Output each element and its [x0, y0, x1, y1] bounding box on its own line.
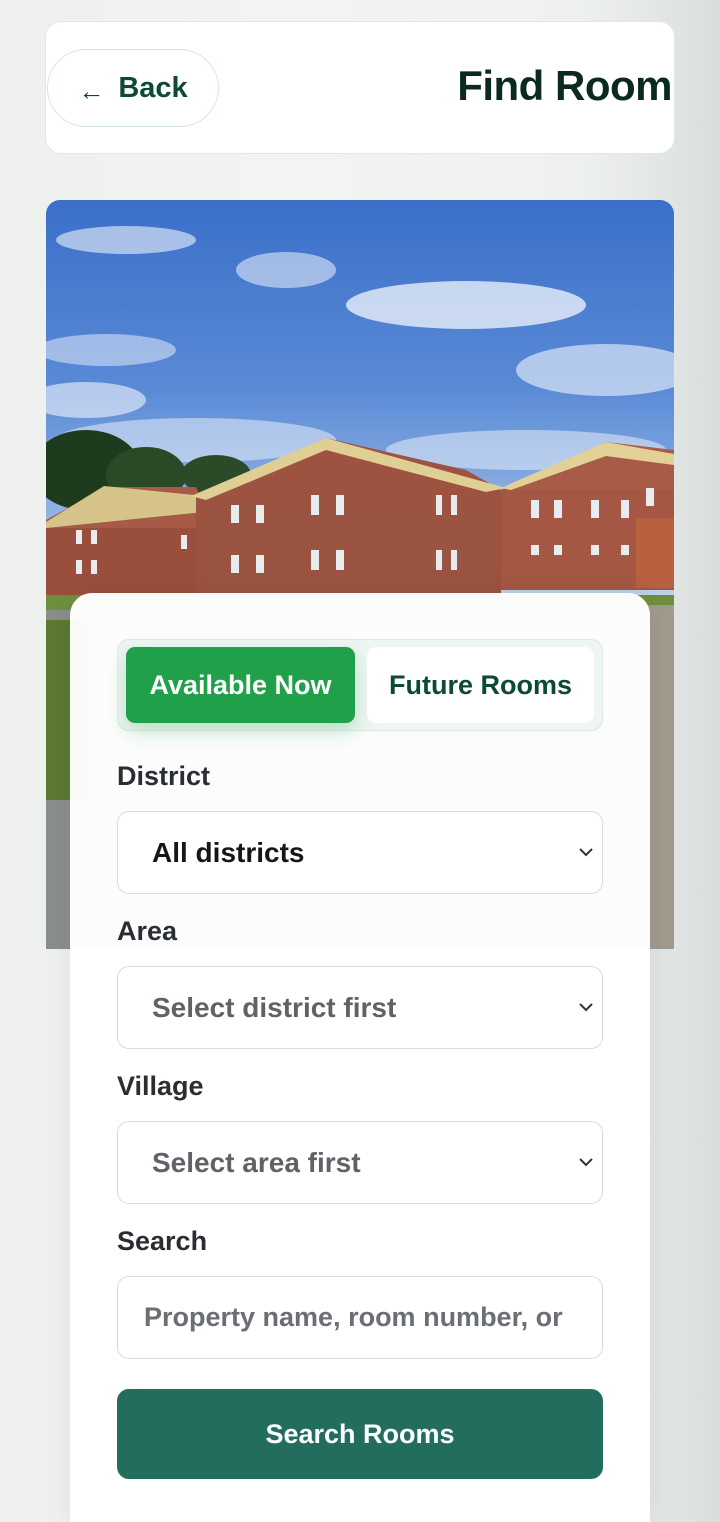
district-select[interactable]: All districts: [117, 811, 603, 894]
village-value: Select area first: [152, 1146, 361, 1178]
village-label: Village: [117, 1071, 204, 1101]
tab-available-now[interactable]: Available Now: [126, 647, 355, 723]
page-title: Find Room: [457, 62, 672, 109]
village-select[interactable]: Select area first: [117, 1121, 603, 1204]
area-select[interactable]: Select district first: [117, 966, 603, 1049]
back-label: Back: [118, 71, 188, 104]
chevron-down-icon: [579, 1158, 593, 1167]
back-button[interactable]: ← Back: [47, 49, 219, 127]
search-card: Available Now Future Rooms District All …: [70, 593, 650, 1522]
chevron-down-icon: [579, 848, 593, 857]
area-label: Area: [117, 916, 178, 946]
district-label: District: [117, 761, 211, 791]
tab-future-rooms[interactable]: Future Rooms: [367, 647, 594, 723]
search-label: Search: [117, 1226, 208, 1256]
district-value: All districts: [152, 836, 305, 868]
availability-tabs: Available Now Future Rooms: [117, 639, 603, 731]
search-input[interactable]: [144, 1277, 576, 1358]
back-arrow-icon: ←: [78, 75, 105, 106]
header-bar: ← Back Find Room: [45, 21, 675, 154]
search-rooms-button[interactable]: Search Rooms: [117, 1389, 603, 1479]
area-value: Select district first: [152, 991, 397, 1023]
search-input-wrapper: [117, 1276, 603, 1359]
chevron-down-icon: [579, 1003, 593, 1012]
